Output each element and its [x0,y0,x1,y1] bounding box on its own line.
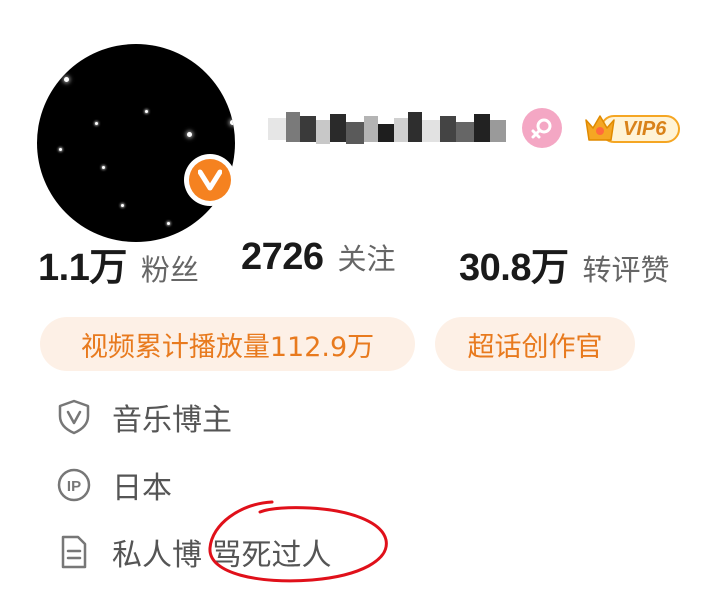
document-icon [56,534,92,570]
ip-location-text: 日本 [112,471,172,506]
stat-likes-label: 转评赞 [582,253,670,287]
info-ip: IP 日本 [56,463,172,507]
stat-likes-value: 30.8万 [459,247,569,289]
stat-likes[interactable]: 30.8万 转评赞 [459,236,670,289]
info-bio: 私人博 骂死过人 [56,530,332,574]
bio-text: 私人博 骂死过人 [112,538,332,573]
ip-icon: IP [56,467,92,503]
tag-video-plays-label: 视频累计播放量112.9万 [80,331,375,363]
avatar[interactable] [37,44,235,242]
vip-label: VIP6 [623,118,667,140]
tag-super-topic-creator[interactable]: 超话创作官 [435,317,635,371]
stat-following-label: 关注 [337,242,396,276]
stat-following[interactable]: 2726 关注 [241,236,396,286]
tag-video-plays[interactable]: 视频累计播放量112.9万 [40,317,415,371]
orange-v-verified-icon [189,159,231,201]
stat-followers-value: 1.1万 [38,247,127,289]
stat-followers[interactable]: 1.1万 粉丝 [38,236,199,289]
stat-following-value: 2726 [241,236,324,278]
info-category: 音乐博主 [56,395,232,439]
stat-followers-label: 粉丝 [140,253,199,287]
verified-badge [184,154,236,206]
tag-super-topic-creator-label: 超话创作官 [467,331,603,363]
svg-text:IP: IP [67,478,81,495]
vip-badge[interactable]: VIP6 [583,108,681,148]
username-pixelated [268,108,508,150]
category-text: 音乐博主 [112,403,232,438]
shield-v-icon [56,399,92,435]
female-icon [522,108,562,148]
